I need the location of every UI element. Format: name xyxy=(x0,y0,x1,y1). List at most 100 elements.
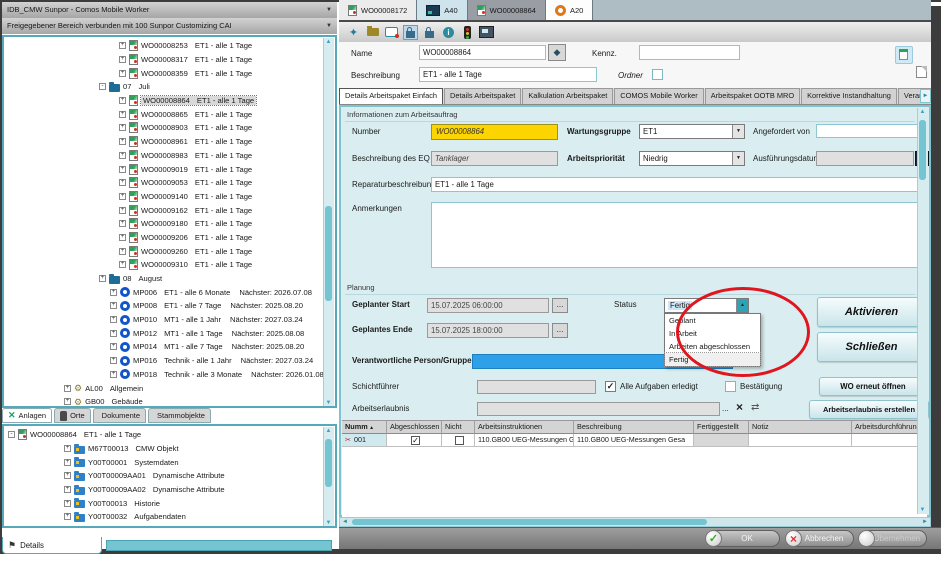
tree-item[interactable]: +Y00T00032Aufgabendaten xyxy=(4,510,335,524)
beschreibung-input[interactable]: ET1 - alle 1 Tage xyxy=(419,67,597,82)
expand-icon[interactable]: + xyxy=(110,302,117,309)
geplanter-start-field[interactable]: 15.07.2025 06:00:00 xyxy=(427,298,549,313)
column-header[interactable]: Nicht xyxy=(442,421,475,434)
cell-num[interactable]: ✂001 xyxy=(342,434,387,447)
note-icon[interactable] xyxy=(895,46,913,64)
cell-beschreibung[interactable]: 110.GB00 UEG-Messungen Gesa xyxy=(574,434,694,447)
expand-icon[interactable]: + xyxy=(110,343,117,350)
tab-scroll-right-icon[interactable]: ► xyxy=(920,89,931,103)
tree-item[interactable]: +WO00009310ET1 - alle 1 Tage xyxy=(4,258,335,272)
scroll-down-icon[interactable]: ▼ xyxy=(324,520,333,526)
expand-icon[interactable]: + xyxy=(119,70,126,77)
scroll-right-icon[interactable]: ► xyxy=(922,518,928,526)
tree-item[interactable]: +08August xyxy=(4,272,335,286)
scroll-up-icon[interactable]: ▲ xyxy=(918,109,927,115)
trafficlight-icon[interactable] xyxy=(460,25,475,40)
detail-tab[interactable]: Details Arbeitspaket Einfach xyxy=(339,88,443,104)
detail-tab[interactable]: Details Arbeitspaket xyxy=(444,88,521,104)
doc-tab-wo00008864[interactable]: WO00008864 xyxy=(468,0,546,20)
layer-title-bar[interactable]: Freigegebener Bereich verbunden mit 100 … xyxy=(2,18,337,34)
chevron-down-icon[interactable]: ▼ xyxy=(326,2,332,18)
tree-scrollbar[interactable]: ▲ ▼ xyxy=(323,38,334,407)
doc-tab-a20[interactable]: A20 xyxy=(546,0,593,20)
tree-item[interactable]: +WO00008903ET1 - alle 1 Tage xyxy=(4,121,335,135)
tree-item[interactable]: +WO00008865ET1 - alle 1 Tage xyxy=(4,107,335,121)
angefordert-input[interactable] xyxy=(816,124,926,138)
expand-icon[interactable]: + xyxy=(119,97,126,104)
scrollbar-thumb[interactable] xyxy=(325,206,332,301)
cell-durchfuehrung[interactable] xyxy=(852,434,926,447)
tree-item[interactable]: +Y00T00013Historie xyxy=(4,496,335,510)
tab-stammobjekte[interactable]: Stammobjekte xyxy=(148,408,211,423)
tree-item[interactable]: +MP008ET1 - alle 7 TageNächster: 2025.08… xyxy=(4,299,335,313)
alle-aufgaben-checkbox[interactable]: ✓ xyxy=(605,381,616,392)
detail-tab[interactable]: COMOS Mobile Worker xyxy=(614,88,703,104)
aktivieren-button[interactable]: Aktivieren xyxy=(817,297,926,327)
schichtfuehrer-field[interactable] xyxy=(477,380,596,394)
expand-icon[interactable]: + xyxy=(119,124,126,131)
scrollbar-thumb[interactable] xyxy=(325,439,332,487)
scrollbar-thumb[interactable] xyxy=(352,519,707,525)
bestaetigung-checkbox[interactable] xyxy=(725,381,736,392)
detail-tab[interactable]: Arbeitspaket OOTB MRO xyxy=(705,88,800,104)
expand-icon[interactable]: + xyxy=(110,330,117,337)
arbeitserlaubnis-erstellen-button[interactable]: Arbeitserlaubnis erstellen xyxy=(809,400,929,419)
tab-anlagen[interactable]: ✕Anlagen xyxy=(2,408,52,423)
tree-item[interactable]: +WO00008359ET1 - alle 1 Tage xyxy=(4,66,335,80)
expand-icon[interactable]: + xyxy=(119,138,126,145)
cell-notiz[interactable] xyxy=(749,434,852,447)
schliessen-button[interactable]: Schließen xyxy=(817,332,926,362)
detail-tab[interactable]: Kalkulation Arbeitspaket xyxy=(522,88,613,104)
tree2-scrollbar[interactable]: ▲ ▼ xyxy=(323,427,334,527)
project-title-bar[interactable]: IDB_CMW Sunpor - Comos Mobile Worker ▼ xyxy=(2,2,337,18)
copy-icon[interactable] xyxy=(916,66,927,78)
expand-icon[interactable]: + xyxy=(119,220,126,227)
expand-icon[interactable]: + xyxy=(119,111,126,118)
tree-item[interactable]: +MP014MT1 - alle 7 TageNächster: 2025.08… xyxy=(4,340,335,354)
tree-item[interactable]: +MP018Technik - alle 3 MonateNächster: 2… xyxy=(4,368,335,382)
navigate-icon[interactable]: ✦ xyxy=(346,25,361,40)
tree-item[interactable]: +WO00009162ET1 - alle 1 Tage xyxy=(4,203,335,217)
swap-icon[interactable]: ⇄ xyxy=(751,402,759,413)
cell-instruktionen[interactable]: 110.GB00 UEG-Messungen Gesamta xyxy=(475,434,574,447)
tree-item[interactable]: +WO00008983ET1 - alle 1 Tage xyxy=(4,149,335,163)
column-header[interactable]: Abgeschlossen xyxy=(387,421,442,434)
expand-icon[interactable]: + xyxy=(119,261,126,268)
tree-item[interactable]: +WO00009260ET1 - alle 1 Tage xyxy=(4,244,335,258)
checkbox-icon[interactable] xyxy=(455,436,464,445)
tree-item[interactable]: +WO00008864ET1 - alle 1 Tage xyxy=(4,94,335,108)
doc-tab-a40[interactable]: A40 xyxy=(417,0,467,20)
folder-icon[interactable] xyxy=(365,25,380,40)
clear-icon[interactable]: × xyxy=(736,400,743,414)
expand-icon[interactable]: + xyxy=(110,316,117,323)
scroll-down-icon[interactable]: ▼ xyxy=(918,507,927,513)
tree-item[interactable]: +WO00009180ET1 - alle 1 Tage xyxy=(4,217,335,231)
column-header[interactable]: Arbeitsdurchführung xyxy=(852,421,926,434)
expand-icon[interactable]: + xyxy=(64,459,71,466)
scrollbar-thumb[interactable] xyxy=(919,120,926,180)
expand-icon[interactable]: - xyxy=(99,83,106,90)
tree-item[interactable]: +WO00008253ET1 - alle 1 Tage xyxy=(4,39,335,53)
tab-dokumente[interactable]: Dokumente xyxy=(93,408,146,423)
expand-icon[interactable]: + xyxy=(110,371,117,378)
tab-orte[interactable]: Orte xyxy=(54,408,91,423)
table-row[interactable]: ✂001✓ 110.GB00 UEG-Messungen Gesamta110.G… xyxy=(342,434,927,447)
pane-hscrollbar[interactable]: ◄ ► xyxy=(339,517,931,527)
tree-item[interactable]: +MP006ET1 - alle 6 MonateNächster: 2026.… xyxy=(4,285,335,299)
expand-icon[interactable]: + xyxy=(119,179,126,186)
expand-icon[interactable]: + xyxy=(64,385,71,392)
tree-item[interactable]: +Y00T00001Systemdaten xyxy=(4,455,335,469)
column-header[interactable]: Notiz xyxy=(749,421,852,434)
expand-icon[interactable]: + xyxy=(119,207,126,214)
chat-icon[interactable] xyxy=(384,25,399,40)
anmerkungen-textarea[interactable] xyxy=(431,202,926,268)
lock-open-icon[interactable] xyxy=(422,25,437,40)
tree-item[interactable]: +WO00009140ET1 - alle 1 Tage xyxy=(4,190,335,204)
scroll-up-icon[interactable]: ▲ xyxy=(324,39,333,45)
scroll-up-icon[interactable]: ▲ xyxy=(324,428,333,434)
ok-button[interactable]: ✓ OK xyxy=(706,530,780,547)
cell-abgeschlossen[interactable]: ✓ xyxy=(387,434,442,447)
info-icon[interactable]: i xyxy=(441,25,456,40)
column-header[interactable]: Arbeitsinstruktionen xyxy=(475,421,574,434)
tree-item[interactable]: +MP010MT1 - alle 1 JahrNächster: 2027.03… xyxy=(4,313,335,327)
